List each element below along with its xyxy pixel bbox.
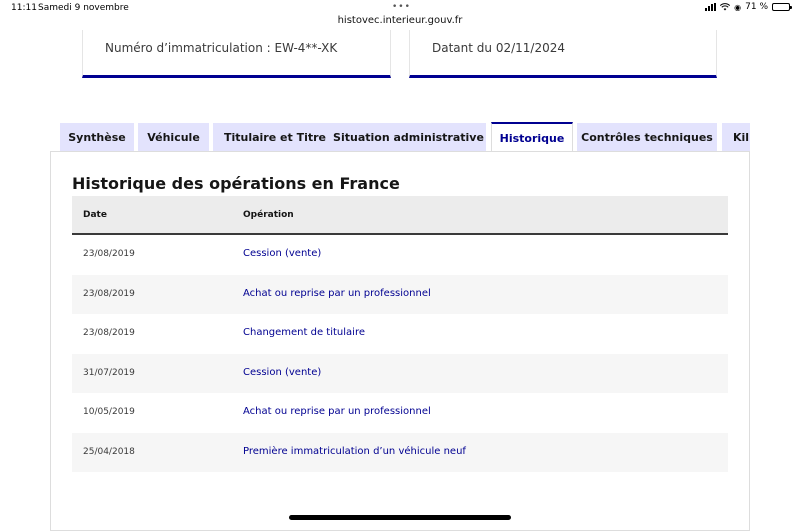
row-date: 10/05/2019 <box>83 407 135 417</box>
table-row: 25/04/2018 Première immatriculation d’un… <box>72 432 728 472</box>
column-header-operation: Opération <box>243 210 294 220</box>
cellular-signal-icon <box>705 3 717 11</box>
tab-historique[interactable]: Historique <box>491 122 573 152</box>
row-operation: Achat ou reprise par un professionnel <box>243 287 431 299</box>
tab-situation[interactable]: Situation administrative <box>331 123 486 152</box>
multitasking-dots-icon[interactable]: ••• <box>392 2 411 12</box>
location-icon: ◉ <box>734 2 742 12</box>
tab-controles[interactable]: Contrôles techniques <box>577 123 717 152</box>
row-date: 25/04/2018 <box>83 446 135 457</box>
table-row: 23/08/2019 Achat ou reprise par un profe… <box>72 274 728 314</box>
home-indicator[interactable] <box>289 515 511 520</box>
row-date: 23/08/2019 <box>83 249 135 259</box>
row-date: 23/08/2019 <box>83 288 135 299</box>
plate-number: Numéro d’immatriculation : EW-4**-XK <box>105 41 338 55</box>
status-date: Samedi 9 novembre <box>38 3 129 13</box>
row-operation: Cession (vente) <box>243 366 322 378</box>
page-title: Historique des opérations en France <box>72 174 400 193</box>
row-date: 23/08/2019 <box>83 328 135 338</box>
table-header: Date Opération <box>72 196 728 235</box>
tab-synthese[interactable]: Synthèse <box>60 123 134 152</box>
table-row: 10/05/2019 Achat ou reprise par un profe… <box>72 393 728 433</box>
wifi-icon <box>720 3 731 11</box>
tab-vehicule[interactable]: Véhicule <box>138 123 209 152</box>
history-table: Date Opération 23/08/2019 Cession (vente… <box>72 196 728 472</box>
report-date: Datant du 02/11/2024 <box>432 41 565 55</box>
tab-list: Synthèse Véhicule Titulaire et Titre Sit… <box>60 122 750 152</box>
tab-kilometrage[interactable]: Kil <box>722 123 750 152</box>
row-operation: Cession (vente) <box>243 248 322 259</box>
column-header-date: Date <box>83 210 107 220</box>
status-bar: 11:11 Samedi 9 novembre ••• histovec.int… <box>0 0 800 30</box>
status-time: 11:11 <box>11 3 37 13</box>
table-row: 23/08/2019 Cession (vente) <box>72 235 728 275</box>
plate-card: Numéro d’immatriculation : EW-4**-XK <box>82 30 391 78</box>
table-row: 31/07/2019 Cession (vente) <box>72 353 728 393</box>
status-indicators: ◉ 71 % <box>705 2 792 12</box>
table-row: 23/08/2019 Changement de titulaire <box>72 314 728 354</box>
row-operation: Changement de titulaire <box>243 327 365 338</box>
row-date: 31/07/2019 <box>83 367 135 378</box>
address-bar[interactable]: histovec.interieur.gouv.fr <box>0 15 800 26</box>
row-operation: Première immatriculation d’un véhicule n… <box>243 445 466 457</box>
battery-icon <box>772 3 792 11</box>
row-operation: Achat ou reprise par un professionnel <box>243 406 431 417</box>
battery-percent: 71 % <box>745 2 768 12</box>
tab-titulaire[interactable]: Titulaire et Titre <box>213 123 337 152</box>
date-card: Datant du 02/11/2024 <box>409 30 717 78</box>
